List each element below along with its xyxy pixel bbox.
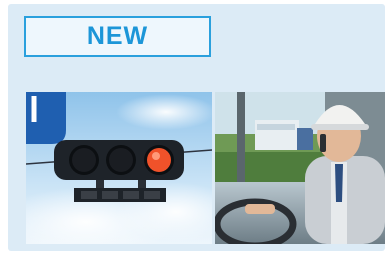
new-badge: NEW (24, 16, 211, 57)
new-badge-label: NEW (86, 22, 149, 50)
news-banner: NEW (8, 4, 385, 251)
traffic-signal-photo[interactable] (26, 92, 212, 244)
traffic-signal-image (26, 92, 212, 244)
driver-photo[interactable] (215, 92, 385, 244)
truck-driver-image (215, 92, 385, 244)
